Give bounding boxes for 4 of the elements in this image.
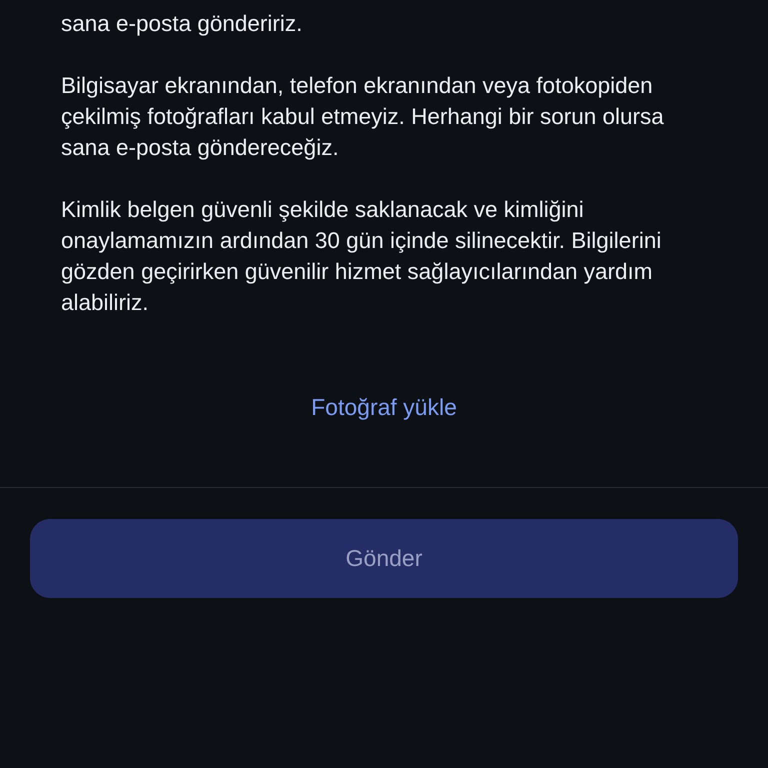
info-paragraph: Bilgisayar ekranından, telefon ekranından veya fotokopiden çekilmiş fotoğrafları kabul etmeyiz. Herhangi bir sorun olursa sana e-posta göndereceğiz. bbox=[61, 72, 665, 162]
upload-photo-link[interactable]: Fotoğraf yükle bbox=[311, 390, 457, 424]
info-paragraph: Kimlik belgen güvenli şekilde saklanacak ve kimliğini onaylamamızın ardından 30 gün içinde silinecektir. Bilgilerini gözden geçirirken güvenilir hizmet sağlayıcılarından yardım alabiliriz. bbox=[61, 196, 662, 317]
info-paragraph: sana e-posta göndeririz. bbox=[61, 10, 304, 38]
